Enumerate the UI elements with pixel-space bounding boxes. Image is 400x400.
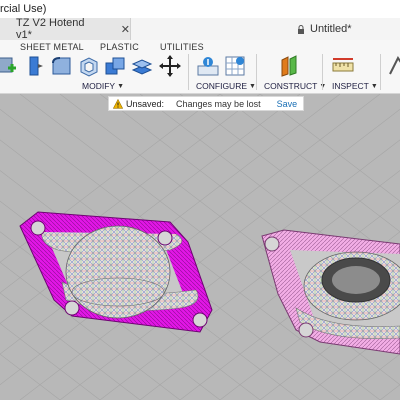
move-icon[interactable] (158, 54, 182, 78)
insert-icon[interactable] (386, 54, 400, 78)
toolbar-divider (188, 54, 189, 90)
dropdown-caret-icon: ▼ (370, 82, 378, 90)
press-pull-icon[interactable] (24, 54, 48, 78)
tab-tz-v2-hotend[interactable]: TZ V2 Hotend v1* ✕ (0, 17, 130, 41)
toolbar-divider (380, 54, 381, 90)
viewport-scene[interactable] (0, 94, 400, 400)
lock-icon (297, 24, 305, 34)
tab-label: Untitled* (310, 23, 352, 35)
ribbon-toolbar: SHEET METAL PLASTIC UTILITIES MODIFY ▼ C… (0, 40, 400, 94)
dropdown-caret-icon: ▼ (249, 82, 256, 90)
inspect-menu[interactable]: INSPECT ▼ (332, 81, 378, 91)
construct-menu[interactable]: CONSTRUCT▼ (264, 81, 326, 91)
document-tab-bar: TZ V2 Hotend v1* ✕ Untitled* (0, 17, 400, 41)
workspace-tab-utilities[interactable]: UTILITIES (160, 42, 204, 52)
unsaved-message: Changes may be lost (176, 98, 261, 109)
fillet-icon[interactable] (50, 54, 74, 78)
workspace-tab-plastic[interactable]: PLASTIC (100, 42, 139, 52)
dropdown-caret-icon: ▼ (117, 82, 124, 90)
create-plus-icon[interactable] (0, 54, 18, 78)
offset-face-icon[interactable] (130, 54, 154, 78)
tab-untitled[interactable]: Untitled* (130, 18, 400, 40)
close-tab-icon[interactable]: ✕ (121, 23, 130, 36)
offset-plane-icon[interactable] (278, 54, 302, 78)
magenta-hotend-part[interactable] (19, 211, 213, 333)
configuration-table-icon[interactable] (223, 54, 247, 78)
toolbar-divider (322, 54, 323, 90)
unsaved-label: Unsaved: (126, 98, 165, 109)
toolbar-divider (256, 54, 257, 90)
configure-menu[interactable]: CONFIGURE ▼ (196, 81, 256, 91)
workspace-tab-sheet-metal[interactable]: SHEET METAL (20, 42, 84, 52)
window-title: rcial Use) (0, 3, 47, 15)
change-parameters-icon[interactable] (196, 54, 220, 78)
save-link[interactable]: Save (277, 99, 298, 109)
measure-icon[interactable] (331, 54, 355, 78)
warning-icon (113, 98, 123, 109)
combine-icon[interactable] (103, 54, 127, 78)
pink-hotend-part[interactable] (261, 229, 400, 355)
shell-icon[interactable] (77, 54, 101, 78)
modify-menu[interactable]: MODIFY ▼ (82, 81, 124, 91)
3d-viewport[interactable] (0, 94, 400, 400)
title-bar: rcial Use) (0, 0, 400, 18)
tab-label: TZ V2 Hotend v1* (16, 17, 85, 41)
unsaved-banner: Unsaved: Changes may be lost Save (108, 96, 304, 111)
